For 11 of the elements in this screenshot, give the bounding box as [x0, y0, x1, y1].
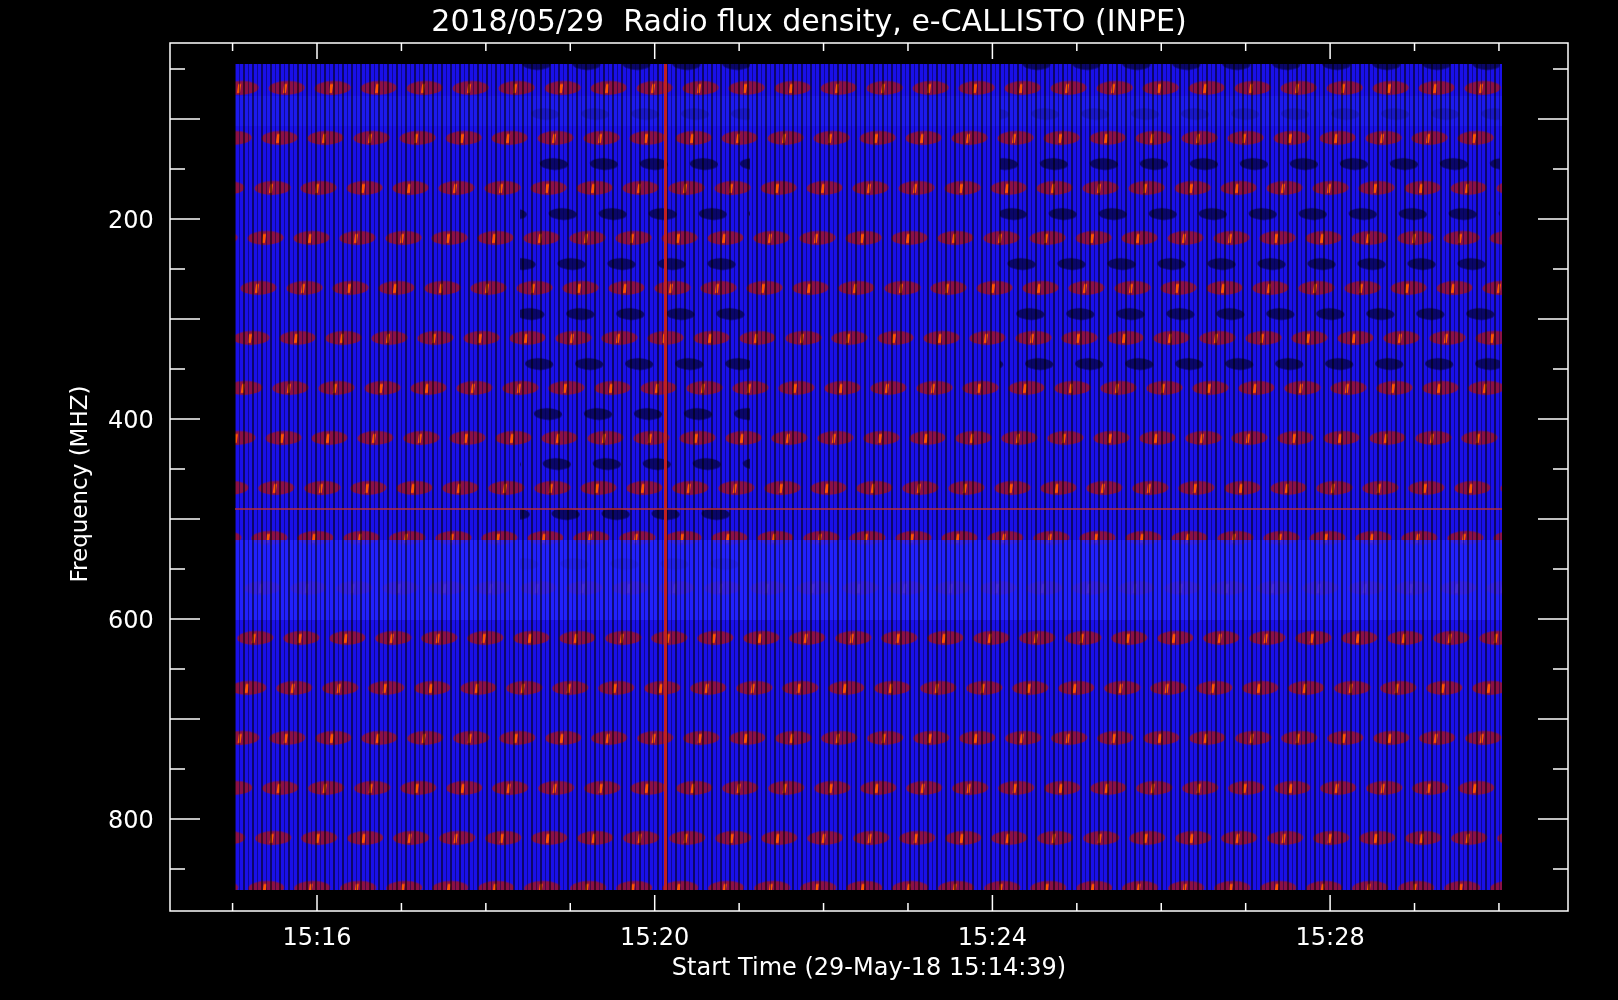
- chart-title: 2018/05/29 Radio flux density, e-CALLISTO (INPE): [431, 3, 1187, 38]
- y-axis-label: Frequency (MHZ): [66, 385, 92, 583]
- x-tick-label: 15:24: [957, 923, 1027, 951]
- y-tick-label: 400: [108, 406, 154, 434]
- x-axis-label: Start Time (29-May-18 15:14:39): [671, 953, 1067, 981]
- x-tick-label: 15:20: [620, 923, 690, 951]
- y-tick-label: 200: [108, 206, 154, 234]
- y-tick-label: 600: [108, 606, 154, 634]
- y-tick-label: 800: [108, 806, 154, 834]
- x-tick-label: 15:16: [282, 923, 352, 951]
- x-tick-label: 15:28: [1295, 923, 1365, 951]
